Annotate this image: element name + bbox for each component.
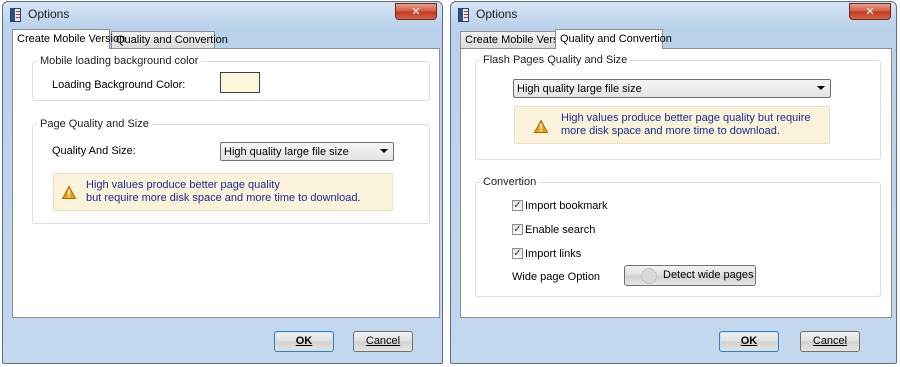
warning-icon — [534, 120, 548, 133]
note-line-1: High values produce better page quality … — [561, 112, 811, 124]
close-icon: ✕ — [865, 5, 875, 18]
note-line-2: but require more disk space and more tim… — [86, 192, 361, 204]
background-color-picker[interactable] — [220, 72, 260, 93]
import-bookmark-label: Import bookmark — [525, 200, 608, 212]
cancel-label: Cancel — [365, 335, 401, 347]
cancel-button[interactable]: Cancel — [353, 331, 413, 352]
app-icon — [458, 8, 469, 22]
close-icon: ✕ — [411, 5, 421, 18]
ok-label: OK — [740, 335, 758, 347]
note-line-2: more disk space and more time to downloa… — [561, 125, 780, 137]
flash-quality-select[interactable]: High quality large file size — [513, 79, 831, 98]
quality-size-value: High quality large file size — [224, 146, 349, 158]
window-title: Options — [28, 7, 70, 21]
chevron-down-icon — [380, 149, 388, 153]
tab-create-mobile-version[interactable]: Create Mobile Version — [12, 29, 125, 49]
window-title: Options — [476, 7, 518, 21]
cancel-label: Cancel — [812, 335, 848, 347]
detect-wide-pages-label: Detect wide pages — [663, 269, 754, 281]
enable-search-label: Enable search — [525, 224, 596, 236]
group-legend: Page Quality and Size — [40, 118, 149, 130]
ok-button[interactable]: OK — [719, 331, 779, 352]
close-button[interactable]: ✕ — [849, 3, 891, 20]
app-icon — [10, 8, 21, 22]
gear-icon — [641, 268, 657, 284]
cancel-button[interactable]: Cancel — [800, 331, 860, 352]
tab-create-mobile-version[interactable]: Create Mobile Version — [460, 31, 573, 48]
quality-size-select[interactable]: High quality large file size — [220, 142, 394, 161]
title-bar[interactable]: Options ✕ — [3, 2, 442, 26]
options-dialog-mobile: Options ✕ Create Mobile Version Quality … — [2, 1, 443, 364]
import-bookmark-checkbox[interactable]: ✓ — [512, 200, 523, 211]
title-bar[interactable]: Options ✕ — [451, 2, 896, 26]
enable-search-checkbox[interactable]: ✓ — [512, 224, 523, 235]
chevron-down-icon — [817, 86, 825, 90]
ok-button[interactable]: OK — [274, 331, 334, 352]
detect-wide-pages-button[interactable]: Detect wide pages — [624, 265, 756, 286]
background-color-label: Loading Background Color: — [52, 79, 186, 91]
warning-icon — [62, 186, 76, 199]
quality-size-label: Quality And Size: — [52, 145, 136, 157]
tab-panel: Flash Pages Quality and Size High qualit… — [460, 48, 892, 318]
flash-quality-value: High quality large file size — [517, 83, 642, 95]
note-line-1: High values produce better page quality — [86, 179, 280, 191]
tab-quality-and-convertion[interactable]: Quality and Convertion — [555, 29, 672, 49]
ok-label: OK — [295, 335, 313, 347]
flash-warning-note: High values produce better page quality … — [514, 106, 830, 144]
wide-page-option-label: Wide page Option — [512, 271, 601, 283]
group-legend: Mobile loading background color — [40, 55, 199, 67]
import-links-checkbox[interactable]: ✓ — [512, 248, 523, 259]
group-legend: Convertion — [483, 176, 537, 188]
group-legend: Flash Pages Quality and Size — [483, 54, 628, 66]
tab-panel: Mobile loading background color Loading … — [12, 48, 440, 318]
tab-quality-and-convertion[interactable]: Quality and Convertion — [111, 31, 228, 48]
options-dialog-quality: Options ✕ Create Mobile Version Quality … — [450, 1, 897, 364]
import-links-label: Import links — [525, 248, 582, 260]
close-button[interactable]: ✕ — [395, 3, 437, 20]
quality-warning-note: High values produce better page quality … — [53, 173, 393, 211]
